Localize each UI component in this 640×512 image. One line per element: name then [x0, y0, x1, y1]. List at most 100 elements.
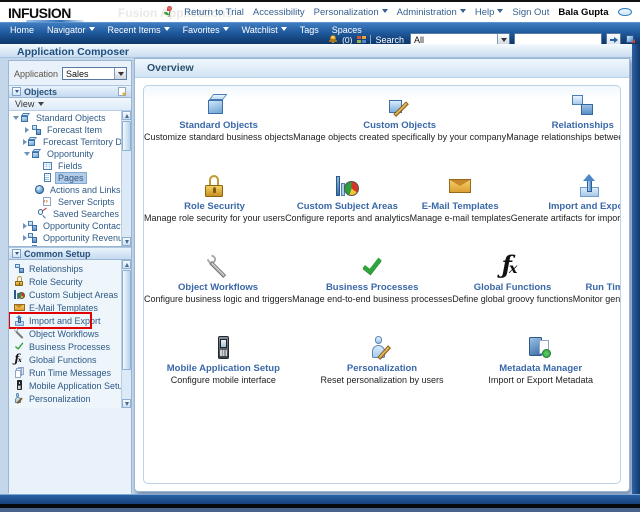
sidebar-item-global-functions[interactable]: Global Functions: [9, 352, 121, 366]
sidebar-item-e-mail-templates[interactable]: E-Mail Templates: [9, 301, 121, 314]
tree-node-forecast-territory-details[interactable]: Forecast Territory Details: [9, 136, 131, 148]
cube-icon[interactable]: [207, 93, 231, 117]
tree-node-server-scripts[interactable]: Server Scripts: [9, 196, 121, 208]
scroll-down-button[interactable]: [122, 399, 131, 408]
tile-business-processes[interactable]: Business Processes Manage end-to-end busi…: [292, 254, 452, 329]
tile-run-time-messages[interactable]: Run Time MessagesMonitor generated messa…: [573, 255, 620, 329]
scroll-up-button[interactable]: [122, 260, 131, 269]
tile-title-link[interactable]: Custom Objects: [293, 120, 506, 131]
tile-title-link[interactable]: E-Mail Templates: [410, 201, 511, 212]
wrench-icon[interactable]: [205, 253, 230, 279]
metadata-icon[interactable]: [529, 336, 553, 360]
tile-title-link[interactable]: Global Functions: [452, 282, 573, 293]
tile-relationships[interactable]: RelationshipsManage relationships betwee…: [506, 93, 620, 167]
objects-section-header[interactable]: Objects: [9, 85, 131, 98]
sidebar-item-object-workflows[interactable]: Object Workflows: [9, 327, 121, 340]
cubes-icon[interactable]: [571, 93, 595, 117]
tile-title-link[interactable]: Relationships: [506, 120, 620, 131]
sidebar-item-run-time-messages[interactable]: Run Time Messages: [9, 366, 121, 379]
tile-custom-subject-areas[interactable]: Custom Subject Areas Configure reports an…: [285, 174, 410, 248]
tile-title-link[interactable]: Metadata Manager: [461, 363, 620, 374]
menu-item-recent-items[interactable]: Recent Items: [108, 25, 170, 35]
topbar-link-administration[interactable]: Administration: [397, 7, 466, 18]
tile-role-security[interactable]: Role Security Manage role security for yo…: [144, 174, 285, 248]
menu-item-favorites[interactable]: Favorites: [183, 25, 229, 35]
person-pencil-icon[interactable]: [370, 336, 394, 360]
topbar-link-help[interactable]: Help: [475, 7, 504, 18]
phone-icon[interactable]: [211, 336, 235, 360]
tree-scrollbar[interactable]: [121, 111, 131, 246]
tile-title-link[interactable]: Standard Objects: [144, 120, 293, 131]
application-select[interactable]: Sales: [62, 67, 127, 80]
pages-icon[interactable]: [619, 255, 620, 279]
notifications-bell-icon[interactable]: [328, 34, 338, 45]
collapse-icon[interactable]: [12, 249, 21, 258]
expander-expanded-icon[interactable]: [12, 116, 20, 120]
tile-title-link[interactable]: Import and Export: [511, 201, 620, 212]
tile-global-functions[interactable]: Global FunctionsDefine global groovy fun…: [452, 250, 573, 329]
envelope-icon[interactable]: [448, 174, 472, 198]
menu-item-tags[interactable]: Tags: [300, 25, 319, 35]
sidebar-item-import-and-export[interactable]: Import and Export: [9, 312, 121, 329]
tree-node-opportunity-contact[interactable]: Opportunity Contact: [9, 220, 123, 232]
tile-title-link[interactable]: Mobile Application Setup: [144, 363, 303, 374]
chart-icon[interactable]: [335, 174, 359, 198]
list-scrollbar[interactable]: [121, 260, 131, 408]
menu-item-navigator[interactable]: Navigator: [47, 25, 95, 35]
tree-node-clipped[interactable]: [9, 244, 121, 246]
calendar-grid-icon[interactable]: [356, 35, 366, 45]
tile-custom-objects[interactable]: Custom Objects Manage objects created spe…: [293, 93, 506, 167]
application-dropdown-button[interactable]: [114, 68, 126, 79]
scroll-up-button[interactable]: [122, 111, 131, 120]
tile-title-link[interactable]: Object Workflows: [144, 282, 292, 293]
sidebar-item-mobile-application-setup[interactable]: Mobile Application Setup: [9, 379, 128, 392]
collapse-icon[interactable]: [12, 87, 21, 96]
tree-node-standard-objects[interactable]: Standard Objects: [9, 112, 121, 124]
tree-node-pages[interactable]: Pages: [9, 172, 121, 184]
tile-title-link[interactable]: Run Time Messages: [573, 282, 620, 293]
tree-node-fields[interactable]: Fields: [9, 160, 121, 172]
new-object-icon[interactable]: [117, 86, 128, 97]
tile-title-link[interactable]: Business Processes: [292, 282, 452, 293]
scroll-thumb[interactable]: [122, 270, 131, 370]
tree-node-opportunity[interactable]: Opportunity: [9, 148, 121, 160]
cube-pencil-icon[interactable]: [388, 93, 412, 117]
scroll-down-button[interactable]: [122, 237, 131, 246]
menu-item-home[interactable]: Home: [10, 25, 34, 35]
sidebar-item-custom-subject-areas[interactable]: Custom Subject Areas: [9, 288, 121, 301]
sidebar-item-relationships[interactable]: Relationships: [9, 262, 121, 275]
upload-icon[interactable]: [577, 173, 601, 198]
scroll-thumb[interactable]: [122, 121, 131, 151]
sidebar-item-business-processes[interactable]: Business Processes: [9, 340, 121, 353]
tree-node-opportunity-revenue[interactable]: Opportunity Revenue: [9, 232, 128, 244]
sidebar-item-personalization[interactable]: Personalization: [9, 392, 121, 405]
tree-node-saved-searches[interactable]: Saved Searches: [9, 207, 121, 220]
topbar-link-accessibility[interactable]: Accessibility: [253, 7, 305, 18]
tree-node-actions-and-links[interactable]: Actions and Links: [9, 184, 121, 196]
tile-title-link[interactable]: Personalization: [303, 363, 462, 374]
fx-icon[interactable]: [500, 250, 524, 279]
check-icon[interactable]: [360, 254, 384, 279]
tile-mobile-application-setup[interactable]: Mobile Application Setup Configure mobile…: [144, 336, 303, 410]
tile-e-mail-templates[interactable]: E-Mail Templates Manage e-mail templates: [410, 174, 511, 248]
tile-metadata-manager[interactable]: Metadata Manager Import or Export Metadat…: [461, 336, 620, 410]
expander-collapsed-icon[interactable]: [23, 127, 31, 133]
common-setup-section-header[interactable]: Common Setup: [9, 247, 131, 260]
tree-node-forecast-item[interactable]: Forecast Item: [9, 124, 121, 136]
topbar-link-personalization[interactable]: Personalization: [314, 7, 388, 18]
lock-icon[interactable]: [203, 174, 227, 198]
topbar-link-sign-out[interactable]: Sign Out: [512, 7, 549, 18]
tile-personalization[interactable]: Personalization Reset personalization by …: [303, 336, 462, 410]
topbar-link-return-to-trial[interactable]: Return to Trial: [184, 7, 244, 18]
view-menu-button[interactable]: View: [15, 99, 44, 109]
tile-title-link[interactable]: Role Security: [144, 201, 285, 212]
tile-standard-objects[interactable]: Standard Objects Customize standard busin…: [144, 93, 293, 167]
expander-expanded-icon[interactable]: [23, 152, 31, 156]
sidebar-item-role-security[interactable]: Role Security: [9, 275, 121, 288]
sidebar-item-label: Global Functions: [29, 354, 97, 365]
menu-item-watchlist[interactable]: Watchlist: [242, 25, 287, 35]
tile-title-link[interactable]: Custom Subject Areas: [285, 201, 410, 212]
tile-object-workflows[interactable]: Object Workflows Configure business logic…: [144, 253, 292, 329]
tile-import-and-export[interactable]: Import and ExportGenerate artifacts for …: [511, 173, 620, 248]
pages-icon: [14, 367, 25, 378]
